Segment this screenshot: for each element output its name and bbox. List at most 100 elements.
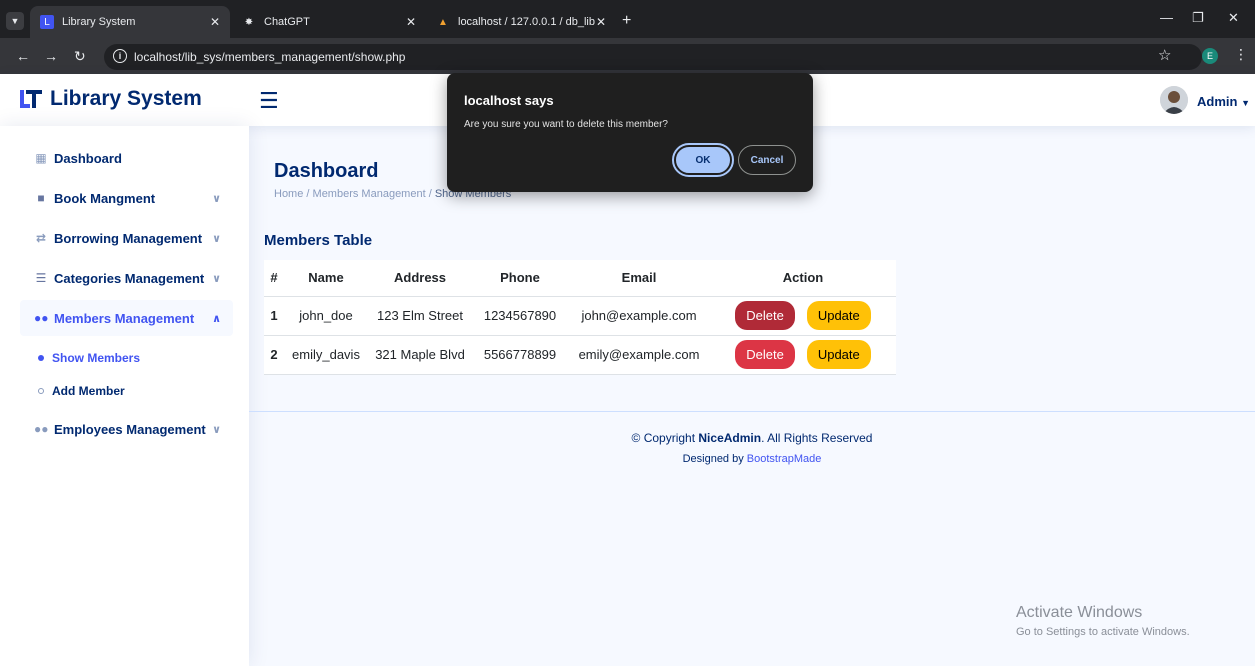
list-icon: ☰ [35, 271, 47, 285]
url-text[interactable]: localhost/lib_sys/members_management/sho… [134, 50, 405, 64]
sidebar-item-label: Categories Management [54, 270, 205, 286]
tab-title: Library System [62, 16, 136, 28]
sidebar-item-members-management[interactable]: ●● Members Management ∧ [20, 300, 233, 336]
new-tab-button[interactable]: + [622, 12, 631, 30]
sidebar-item-borrowing-management[interactable]: ⇄ Borrowing Management ∨ [20, 220, 233, 256]
sidebar-item-dashboard[interactable]: ▦ Dashboard [20, 140, 233, 176]
designed-prefix: Designed by [682, 453, 747, 465]
update-button[interactable]: Update [806, 340, 871, 369]
sidebar-item-label: Borrowing Management [54, 230, 203, 246]
delete-button[interactable]: Delete [735, 301, 795, 330]
forward-button[interactable]: → [44, 48, 58, 64]
dialog-message: Are you sure you want to delete this mem… [464, 119, 668, 130]
library-icon: L [40, 15, 54, 29]
column-header: Name [284, 260, 368, 297]
bookmark-star-icon[interactable]: ☆ [1158, 46, 1171, 64]
footer-divider [249, 411, 1255, 412]
sidebar-item-employees-management[interactable]: ●● Employees Management ∨ [20, 411, 233, 447]
library-logo-icon [20, 90, 42, 108]
browser-tab-library[interactable]: L Library System ✕ [30, 6, 230, 38]
info-icon[interactable]: i [113, 49, 127, 63]
breadcrumb-home[interactable]: Home [274, 188, 303, 200]
dialog-title: localhost says [464, 93, 554, 108]
table-header-row: # Name Address Phone Email Action [264, 260, 896, 297]
cell-phone: 1234567890 [472, 296, 568, 336]
table-row: 1 john_doe 123 Elm Street 1234567890 joh… [264, 296, 896, 336]
tab-search-button[interactable]: ▼ [6, 12, 24, 30]
people-icon: ●● [34, 422, 49, 436]
column-header: # [264, 260, 284, 297]
cell-email: emily@example.com [568, 335, 710, 375]
tab-title: localhost / 127.0.0.1 / db_lib / l [458, 16, 598, 28]
sidebar-item-label: Book Mangment [54, 190, 156, 206]
chatgpt-icon: ✸ [244, 16, 254, 28]
cell-name: emily_davis [284, 335, 368, 375]
chevron-down-icon: ∨ [212, 272, 221, 285]
copyright-suffix: . All Rights Reserved [761, 431, 873, 445]
breadcrumb-members[interactable]: Members Management [313, 188, 426, 200]
cancel-button[interactable]: Cancel [738, 145, 796, 175]
copyright-prefix: © Copyright [631, 431, 699, 445]
bullet-icon [38, 355, 44, 361]
cell-address: 123 Elm Street [368, 296, 472, 336]
tab-title: ChatGPT [264, 16, 310, 28]
designed-by: Designed by BootstrapMade [249, 453, 1255, 465]
chevron-down-icon: ∨ [212, 232, 221, 245]
phpmyadmin-icon: ▲ [438, 16, 448, 28]
sidebar-subitem-label: Show Members [52, 351, 141, 365]
brand-name: Library System [50, 87, 202, 110]
sidebar-item-label: Dashboard [54, 150, 122, 166]
copyright-brand: NiceAdmin [698, 431, 762, 445]
profile-avatar[interactable]: E [1202, 48, 1218, 64]
restore-button[interactable]: ❐ [1192, 10, 1204, 26]
sidebar-item-book-management[interactable]: ■ Book Mangment ∨ [20, 180, 233, 216]
sidebar-item-categories-management[interactable]: ☰ Categories Management ∨ [20, 260, 233, 296]
table-row: 2 emily_davis 321 Maple Blvd 5566778899 … [264, 335, 896, 375]
activate-windows-subtitle: Go to Settings to activate Windows. [1016, 626, 1190, 638]
caret-down-icon: ▼ [1241, 98, 1250, 108]
cell-actions: Delete Update [710, 296, 896, 336]
browser-tab-chatgpt[interactable]: ✸ ChatGPT ✕ [232, 6, 426, 38]
cell-actions: Delete Update [710, 335, 896, 375]
browser-menu-icon[interactable]: ⋮ [1234, 46, 1248, 63]
page-title: Dashboard [274, 160, 379, 182]
column-header: Action [710, 260, 896, 297]
cell-phone: 5566778899 [472, 335, 568, 375]
cell-name: john_doe [284, 296, 368, 336]
browser-tab-phpmyadmin[interactable]: ▲ localhost / 127.0.0.1 / db_lib / l ✕ [426, 6, 616, 38]
reload-button[interactable]: ↻ [74, 48, 86, 65]
grid-icon: ▦ [35, 151, 47, 165]
cell-email: john@example.com [568, 296, 710, 336]
user-menu[interactable]: Admin ▼ [1197, 94, 1250, 109]
people-icon: ●● [34, 311, 49, 325]
delete-button[interactable]: Delete [735, 340, 795, 369]
members-table: # Name Address Phone Email Action 1 john… [264, 260, 896, 375]
back-button[interactable]: ← [16, 48, 30, 64]
user-name: Admin [1197, 94, 1238, 109]
close-window-button[interactable]: ✕ [1228, 10, 1239, 26]
close-icon[interactable]: ✕ [210, 15, 220, 29]
ok-button[interactable]: OK [672, 143, 734, 177]
avatar[interactable] [1160, 86, 1188, 114]
brand-logo[interactable]: Library System [18, 86, 202, 112]
cell-address: 321 Maple Blvd [368, 335, 472, 375]
user-photo-icon [1160, 86, 1188, 114]
close-icon[interactable]: ✕ [406, 15, 416, 29]
chevron-down-icon: ∨ [212, 192, 221, 205]
chevron-down-icon: ∨ [212, 423, 221, 436]
chevron-up-icon: ∧ [212, 312, 221, 325]
sidebar-toggle-icon[interactable]: ☰ [259, 88, 279, 114]
bootstrapmade-link[interactable]: BootstrapMade [747, 453, 822, 465]
sidebar-item-label: Members Management [54, 310, 195, 326]
minimize-button[interactable]: — [1160, 10, 1173, 25]
activate-windows-title: Activate Windows [1016, 604, 1143, 621]
column-header: Email [568, 260, 710, 297]
sidebar-subitem-show-members[interactable]: Show Members [38, 351, 140, 365]
cell-num: 2 [264, 335, 284, 375]
cell-num: 1 [264, 296, 284, 336]
copyright: © Copyright NiceAdmin. All Rights Reserv… [249, 431, 1255, 445]
close-icon[interactable]: ✕ [596, 15, 606, 29]
sidebar-subitem-add-member[interactable]: Add Member [38, 384, 125, 398]
update-button[interactable]: Update [806, 301, 871, 330]
book-icon: ■ [37, 191, 45, 205]
